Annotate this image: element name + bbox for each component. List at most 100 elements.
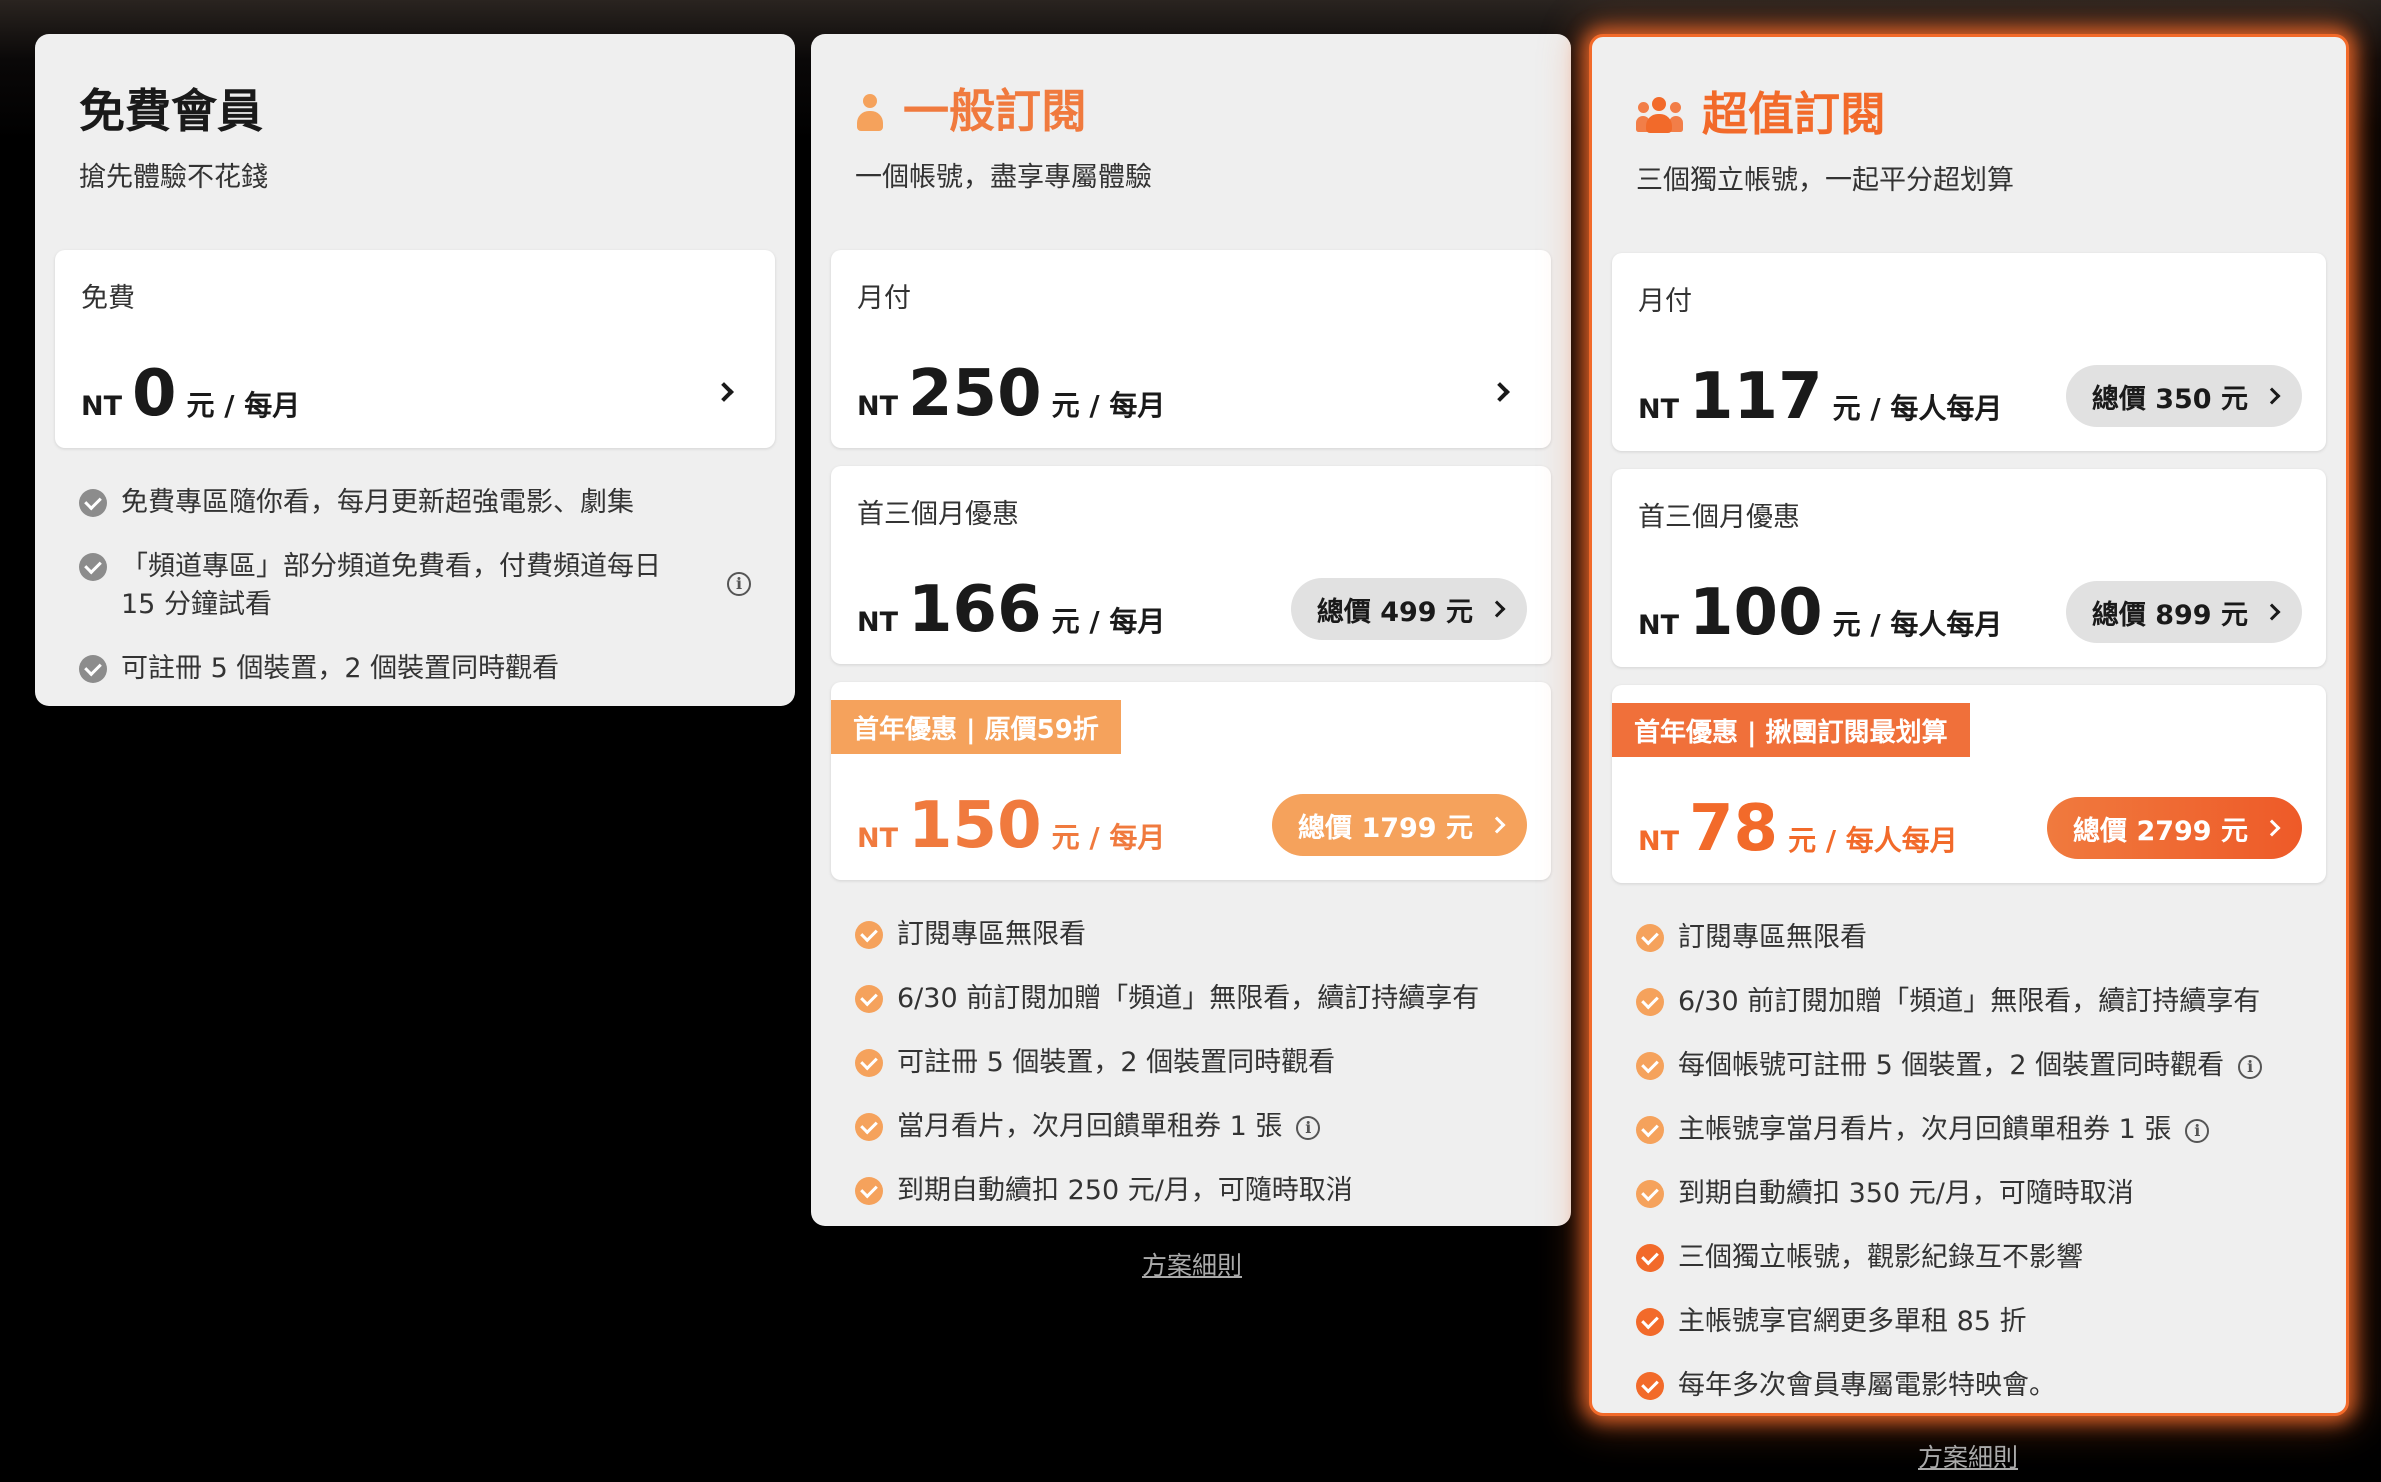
pricing-page: 免費會員 搶先體驗不花錢 免費 NT 0 元 / 每月 免費專區隨你看，每月更新… [0, 0, 2381, 1482]
chevron-right-icon [2263, 603, 2281, 621]
chevron-right-icon [1490, 382, 1515, 406]
feature-text: 每個帳號可註冊 5 個裝置，2 個裝置同時觀看 i [1678, 1047, 2263, 1085]
feature-text: 訂閱專區無限看 [1678, 922, 1867, 953]
currency: NT [81, 391, 123, 422]
users-group-icon [1636, 95, 1684, 135]
feature-item: 「頻道專區」部分頻道免費看，付費頻道每日 15 分鐘試看 i [79, 548, 751, 624]
feature-item: 可註冊 5 個裝置，2 個裝置同時觀看 [855, 1044, 1527, 1082]
info-icon[interactable]: i [727, 572, 751, 596]
feature-text-content: 每個帳號可註冊 5 個裝置，2 個裝置同時觀看 [1678, 1050, 2225, 1081]
feature-text: 到期自動續扣 250 元/月，可隨時取消 [897, 1175, 1353, 1206]
price-line: NT 100 元 / 每人每月 [1638, 581, 2002, 645]
check-circle-icon [1636, 988, 1664, 1016]
total-price-button[interactable]: 總價 499 元 [1290, 578, 1527, 640]
check-circle-icon [1636, 1052, 1664, 1080]
price-option-monthly[interactable]: 月付 NT 117 元 / 每人每月 總價 350 元 [1612, 253, 2326, 451]
info-icon[interactable]: i [2238, 1054, 2263, 1079]
plan-subtitle: 搶先體驗不花錢 [79, 162, 268, 194]
total-price-button[interactable]: 總價 2799 元 [2047, 797, 2302, 859]
currency: NT [857, 823, 899, 854]
promo-tag: 首年優惠 | 原價59折 [831, 700, 1121, 754]
check-circle-icon [1636, 1372, 1664, 1400]
feature-text: 6/30 前訂閱加贈「頻道」無限看，續訂持續享有 [1678, 986, 2261, 1017]
feature-item: 每年多次會員專屬電影特映會。 [1636, 1367, 2302, 1405]
check-circle-icon [855, 1049, 883, 1077]
check-circle-icon [1636, 1116, 1664, 1144]
plan-card-standard: 一般訂閱 一個帳號，盡享專屬體驗 月付 NT 250 元 / 每月 首三個月優惠… [811, 34, 1571, 1226]
feature-list: 免費專區隨你看，每月更新超強電影、劇集 「頻道專區」部分頻道免費看，付費頻道每日… [55, 466, 775, 688]
price-unit: 元 / 每人每月 [1788, 824, 1958, 857]
plan-details-link[interactable]: 方案細則 [1142, 1246, 1242, 1282]
info-icon[interactable]: i [1296, 1115, 1321, 1140]
check-circle-icon [1636, 1308, 1664, 1336]
plan-details-link[interactable]: 方案細則 [1918, 1438, 2018, 1474]
price-option-free[interactable]: 免費 NT 0 元 / 每月 [55, 250, 775, 448]
price-option-label: 月付 [857, 283, 911, 314]
total-price-button[interactable]: 總價 350 元 [2065, 365, 2302, 427]
feature-text: 到期自動續扣 350 元/月，可隨時取消 [1678, 1178, 2134, 1209]
info-icon[interactable]: i [2185, 1118, 2210, 1143]
feature-item: 每個帳號可註冊 5 個裝置，2 個裝置同時觀看 i [1636, 1047, 2302, 1085]
chevron-right-icon [1488, 600, 1506, 618]
price-option-first-three-months[interactable]: 首三個月優惠 NT 100 元 / 每人每月 總價 899 元 [1612, 469, 2326, 667]
price-option-label: 月付 [1638, 286, 1692, 317]
total-price-button[interactable]: 總價 899 元 [2065, 581, 2302, 643]
feature-item: 免費專區隨你看，每月更新超強電影、劇集 [79, 484, 751, 522]
price-amount: 150 [908, 789, 1042, 863]
currency: NT [1638, 394, 1680, 425]
currency: NT [857, 607, 899, 638]
price-option-first-three-months[interactable]: 首三個月優惠 NT 166 元 / 每月 總價 499 元 [831, 466, 1551, 664]
price-option-label: 首三個月優惠 [857, 499, 1019, 530]
feature-item: 主帳號享當月看片，次月回饋單租券 1 張 i [1636, 1111, 2302, 1149]
plan-subtitle: 一個帳號，盡享專屬體驗 [855, 162, 1152, 194]
feature-text: 當月看片，次月回饋單租券 1 張 i [897, 1108, 1321, 1146]
feature-list: 訂閱專區無限看 6/30 前訂閱加贈「頻道」無限看，續訂持續享有 可註冊 5 個… [831, 898, 1551, 1210]
total-price-text: 總價 2799 元 [2073, 815, 2248, 847]
total-price-text: 總價 899 元 [2091, 599, 2248, 631]
feature-item: 6/30 前訂閱加贈「頻道」無限看，續訂持續享有 [855, 980, 1527, 1018]
plan-card-premium: 超值訂閱 三個獨立帳號，一起平分超划算 月付 NT 117 元 / 每人每月 總… [1589, 34, 2349, 1416]
total-price-text: 總價 1799 元 [1298, 812, 1473, 844]
feature-text: 可註冊 5 個裝置，2 個裝置同時觀看 [121, 653, 560, 684]
price-line: NT 150 元 / 每月 [857, 794, 1165, 858]
price-unit: 元 / 每人每月 [1832, 608, 2003, 641]
chevron-right-icon [714, 382, 739, 406]
price-line: NT 166 元 / 每月 [857, 578, 1165, 642]
price-amount: 78 [1689, 792, 1779, 866]
feature-item: 到期自動續扣 250 元/月，可隨時取消 [855, 1172, 1527, 1210]
price-unit: 元 / 每月 [186, 389, 301, 422]
plan-title: 一般訂閱 [855, 84, 1527, 139]
check-circle-icon [79, 553, 107, 581]
price-amount: 166 [908, 573, 1042, 647]
feature-item: 6/30 前訂閱加贈「頻道」無限看，續訂持續享有 [1636, 983, 2302, 1021]
feature-text: 6/30 前訂閱加贈「頻道」無限看，續訂持續享有 [897, 983, 1480, 1014]
total-price-button[interactable]: 總價 1799 元 [1272, 794, 1527, 856]
price-option-first-year[interactable]: 首年優惠 | 揪團訂閱最划算 NT 78 元 / 每人每月 總價 2799 元 [1612, 685, 2326, 883]
check-circle-icon [855, 985, 883, 1013]
promo-tag: 首年優惠 | 揪團訂閱最划算 [1612, 703, 1970, 757]
price-amount: 0 [132, 357, 177, 431]
check-circle-icon [79, 655, 107, 683]
feature-text: 三個獨立帳號，觀影紀錄互不影響 [1678, 1242, 2083, 1273]
price-line: NT 78 元 / 每人每月 [1638, 797, 1958, 861]
plan-header: 免費會員 搶先體驗不花錢 [55, 84, 775, 250]
currency: NT [1638, 826, 1680, 857]
price-option-monthly[interactable]: 月付 NT 250 元 / 每月 [831, 250, 1551, 448]
feature-text: 「頻道專區」部分頻道免費看，付費頻道每日 15 分鐘試看 [121, 551, 661, 620]
currency: NT [1638, 610, 1680, 641]
plan-title: 超值訂閱 [1636, 87, 2302, 142]
plan-header: 超值訂閱 三個獨立帳號，一起平分超划算 [1612, 87, 2326, 253]
feature-text-content: 主帳號享當月看片，次月回饋單租券 1 張 [1678, 1114, 2172, 1145]
price-option-first-year[interactable]: 首年優惠 | 原價59折 NT 150 元 / 每月 總價 1799 元 [831, 682, 1551, 880]
total-price-text: 總價 350 元 [2091, 383, 2248, 415]
plan-card-free: 免費會員 搶先體驗不花錢 免費 NT 0 元 / 每月 免費專區隨你看，每月更新… [35, 34, 795, 706]
feature-item: 當月看片，次月回饋單租券 1 張 i [855, 1108, 1527, 1146]
chevron-right-icon [2263, 819, 2281, 837]
user-icon [855, 92, 885, 132]
feature-text: 免費專區隨你看，每月更新超強電影、劇集 [121, 487, 634, 518]
feature-text: 主帳號享官網更多單租 85 折 [1678, 1306, 2027, 1337]
feature-item: 可註冊 5 個裝置，2 個裝置同時觀看 [79, 650, 751, 688]
plan-subtitle: 三個獨立帳號，一起平分超划算 [1636, 165, 2014, 197]
check-circle-icon [79, 489, 107, 517]
feature-text-content: 當月看片，次月回饋單租券 1 張 [897, 1111, 1283, 1142]
